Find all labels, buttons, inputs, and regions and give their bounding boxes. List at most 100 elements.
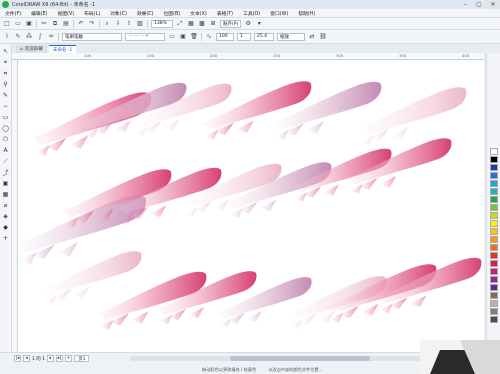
menu-tools[interactable]: 工具(O) — [238, 10, 265, 17]
calligraphic-icon[interactable]: ∫ — [36, 33, 44, 41]
options-gear-icon[interactable]: ⚙ — [244, 20, 252, 28]
flip-icon[interactable]: ⇄ — [308, 33, 316, 41]
full-screen-icon[interactable]: ⤢ — [176, 20, 184, 28]
search-icon[interactable]: ⌕ — [103, 20, 111, 28]
palette-swatch[interactable] — [490, 276, 498, 283]
palette-swatch[interactable] — [490, 268, 498, 275]
parallel-dimension-tool-icon[interactable]: ⟋ — [1, 157, 10, 166]
menu-table[interactable]: 表格(T) — [212, 10, 238, 17]
menu-window[interactable]: 窗口(W) — [265, 10, 293, 17]
stroke-group-row1[interactable] — [33, 81, 467, 156]
shape-tool-icon[interactable]: ⌖ — [1, 58, 10, 67]
palette-swatch[interactable] — [490, 180, 498, 187]
launch-icon[interactable]: ▾ — [255, 20, 263, 28]
ellipse-tool-icon[interactable]: ◯ — [1, 124, 10, 133]
smoothing-field[interactable]: 100 — [216, 32, 234, 41]
polygon-tool-icon[interactable]: ⬠ — [1, 135, 10, 144]
freehand-tool-icon[interactable]: ✎ — [1, 91, 10, 100]
scale-mode-dropdown[interactable]: 缩放 — [277, 32, 305, 41]
next-page-icon[interactable]: ▸ — [47, 355, 55, 362]
menu-bitmap[interactable]: 位图(B) — [159, 10, 186, 17]
menu-help[interactable]: 帮助(H) — [293, 10, 320, 17]
export-icon[interactable]: ⇧ — [125, 20, 133, 28]
publish-pdf-icon[interactable]: ▧ — [136, 20, 144, 28]
minimize-icon[interactable]: – — [458, 0, 472, 9]
scrollbar-thumb[interactable] — [230, 356, 370, 361]
pick-tool-icon[interactable]: ↖ — [1, 47, 10, 56]
transparency-tool-icon[interactable]: ▦ — [1, 190, 10, 199]
first-page-icon[interactable]: |◂ — [14, 355, 21, 362]
artistic-media-preset-icon[interactable]: ⌇ — [3, 33, 11, 41]
redo-icon[interactable]: ↷ — [88, 20, 96, 28]
artistic-media-tool-icon[interactable]: ∽ — [1, 102, 10, 111]
palette-swatch[interactable] — [490, 252, 498, 259]
close-icon[interactable]: ✕ — [486, 0, 500, 9]
palette-swatch[interactable] — [490, 196, 498, 203]
brush-stroke-dropdown[interactable]: — — — ▾ — [125, 32, 165, 41]
menu-layout[interactable]: 布局(L) — [79, 10, 105, 17]
palette-swatch[interactable] — [490, 204, 498, 211]
menu-view[interactable]: 视图(V) — [52, 10, 79, 17]
connector-tool-icon[interactable]: ⤴ — [1, 168, 10, 177]
palette-swatch[interactable] — [490, 300, 498, 307]
palette-swatch[interactable] — [490, 244, 498, 251]
last-page-icon[interactable]: ▸| — [56, 355, 64, 362]
smart-fill-tool-icon[interactable]: ◆ — [1, 223, 10, 232]
scale-field[interactable]: 25.4 — [254, 32, 274, 41]
cut-icon[interactable]: ✂ — [40, 20, 48, 28]
pressure-icon[interactable]: ♒ — [47, 33, 55, 41]
paste-icon[interactable]: ▤ — [62, 20, 70, 28]
menu-file[interactable]: 文件(F) — [0, 10, 26, 17]
palette-swatch[interactable] — [490, 292, 498, 299]
zoom-tool-icon[interactable]: ⚲ — [1, 80, 10, 89]
prev-page-icon[interactable]: ◂ — [23, 355, 30, 362]
save-stroke-icon[interactable]: ▣ — [179, 33, 187, 41]
palette-swatch[interactable] — [490, 212, 498, 219]
horizontal-ruler[interactable]: 100 150 200 250 300 350 400 — [12, 53, 484, 60]
grid-icon[interactable]: ▩ — [198, 20, 206, 28]
open-folder-icon[interactable]: ▭ — [14, 20, 22, 28]
palette-swatch[interactable] — [490, 228, 498, 235]
palette-swatch[interactable] — [490, 236, 498, 243]
stroke-group-row3[interactable] — [43, 251, 482, 330]
crop-tool-icon[interactable]: ⌗ — [1, 69, 10, 78]
palette-swatch[interactable] — [490, 308, 498, 315]
tab-untitled-1[interactable]: 未命名 -1 — [48, 45, 77, 53]
delete-icon[interactable]: 🗑 — [190, 33, 198, 41]
rectangle-tool-icon[interactable]: ▭ — [1, 113, 10, 122]
add-tool-icon[interactable]: + — [1, 234, 10, 243]
palette-swatch[interactable] — [490, 220, 498, 227]
menu-text[interactable]: 文本(X) — [185, 10, 212, 17]
palette-swatch[interactable] — [490, 188, 498, 195]
shadow-tool-icon[interactable]: ▣ — [1, 179, 10, 188]
palette-swatch[interactable] — [490, 148, 498, 155]
menu-edit[interactable]: 编辑(E) — [26, 10, 52, 17]
interactive-fill-tool-icon[interactable]: ◈ — [1, 212, 10, 221]
text-tool-icon[interactable]: A — [1, 146, 10, 155]
stroke-group-row2[interactable] — [18, 138, 452, 265]
snap-to-dropdown[interactable]: 贴齐(P) — [220, 19, 242, 28]
rulers-icon[interactable]: ▦ — [187, 20, 195, 28]
menu-object[interactable]: 对象(C) — [105, 10, 132, 17]
save-icon[interactable]: ▣ — [25, 20, 33, 28]
palette-swatch[interactable] — [490, 164, 498, 171]
eyedropper-tool-icon[interactable]: ⌀ — [1, 201, 10, 210]
palette-swatch[interactable] — [490, 260, 498, 267]
sprayer-icon[interactable]: ⁂ — [25, 33, 33, 41]
copy-icon[interactable]: ⧉ — [51, 20, 59, 28]
brush-icon[interactable]: ✎ — [14, 33, 22, 41]
browse-icon[interactable]: ▭ — [168, 33, 176, 41]
palette-swatch[interactable] — [490, 156, 498, 163]
maximize-icon[interactable]: ▢ — [472, 0, 486, 9]
import-icon[interactable]: ⇩ — [114, 20, 122, 28]
new-document-icon[interactable]: □ — [3, 20, 11, 28]
drawing-canvas[interactable] — [18, 60, 484, 352]
zoom-level-dropdown[interactable]: 138% — [151, 19, 173, 28]
guidelines-icon[interactable]: ⊞ — [209, 20, 217, 28]
link-icon[interactable]: ⛓ — [319, 33, 327, 41]
palette-swatch[interactable] — [490, 172, 498, 179]
brush-strokes-artwork[interactable] — [18, 60, 484, 352]
palette-swatch[interactable] — [490, 284, 498, 291]
brush-category-dropdown[interactable]: 笔刷笔触 — [62, 32, 122, 41]
add-page-icon[interactable]: + — [65, 355, 73, 362]
